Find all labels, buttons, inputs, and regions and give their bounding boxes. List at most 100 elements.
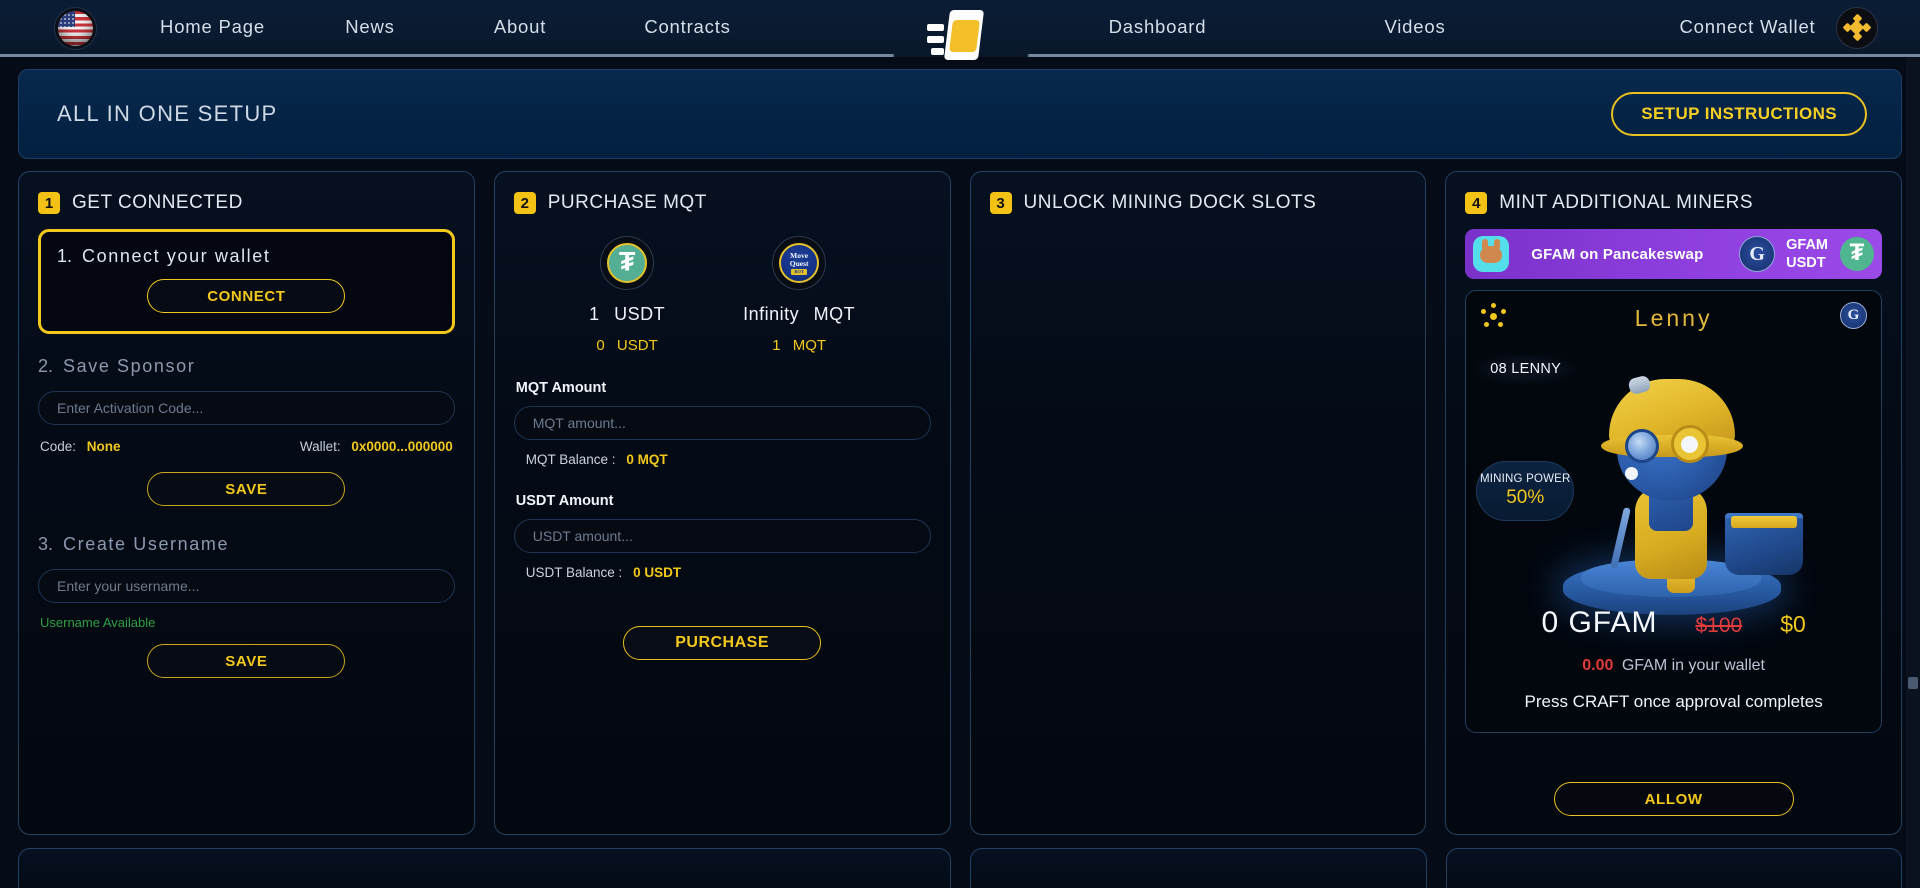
card-row2-right — [1445, 848, 1903, 888]
gfam-coin-icon: G — [1739, 236, 1776, 272]
step-label-save-sponsor: 2. Save Sponsor — [38, 356, 455, 377]
pancakeswap-banner[interactable]: GFAM on Pancakeswap G GFAM USDT — [1465, 229, 1882, 279]
usdt-balance-amount: 0 — [596, 337, 605, 354]
nav-label: About — [493, 16, 547, 37]
logo-page-accent — [949, 20, 980, 52]
mqt-glyph-tag: BOT — [791, 268, 807, 275]
scrollbar-thumb[interactable] — [1908, 677, 1918, 689]
miner-old-price: $100 — [1695, 614, 1743, 637]
wallet-label: Wallet: — [299, 439, 341, 454]
logo-bar — [927, 36, 944, 43]
step-text: Connect your wallet — [82, 246, 271, 266]
nav-item-connect-wallet[interactable]: Connect Wallet — [1660, 0, 1835, 54]
share-node — [1501, 309, 1507, 314]
wallet-meta: Wallet: 0x0000...000000 — [300, 439, 453, 454]
card-number-badge: 2 — [513, 192, 536, 214]
code-meta: Code: None — [40, 439, 121, 454]
miner-name: Lenny — [1634, 305, 1713, 331]
usdt-balance-symbol: USDT — [616, 337, 658, 354]
card-number-badge: 3 — [989, 192, 1012, 214]
card-header: 4 MINT ADDITIONAL MINERS — [1465, 192, 1882, 214]
token-rates: 1 USDT 0 USDT Move Quest BOT — [514, 236, 931, 354]
craft-note: Press CRAFT once approval completes — [1524, 692, 1823, 711]
lenny-miner-character — [1539, 363, 1809, 615]
pancakeswap-bunny-icon — [1473, 236, 1510, 272]
usdt-rate-amount: 1 — [589, 304, 600, 324]
card-mint-additional-miners: 4 MINT ADDITIONAL MINERS GFAM on Pancake… — [1445, 171, 1902, 835]
allow-button[interactable]: ALLOW — [1553, 782, 1794, 816]
nav-item-contracts[interactable]: Contracts — [615, 0, 760, 54]
miner-eye-left — [1624, 429, 1659, 463]
vertical-scrollbar[interactable] — [1906, 57, 1920, 888]
page-title: ALL IN ONE SETUP — [57, 101, 278, 126]
pancakeswap-label: GFAM on Pancakeswap — [1531, 245, 1704, 263]
usdt-balance-value: 0 USDT — [633, 565, 682, 580]
step-number: 3. — [38, 534, 54, 554]
share-node — [1491, 303, 1497, 308]
nav-item-home-page[interactable]: Home Page — [140, 0, 285, 54]
usdt-amount-label: USDT Amount — [515, 493, 614, 509]
username-input[interactable] — [38, 569, 455, 603]
share-node — [1481, 309, 1487, 314]
usdt-amount-input[interactable] — [513, 519, 931, 553]
mqt-glyph: Move Quest BOT — [779, 243, 820, 283]
tether-coin-icon — [1840, 237, 1874, 271]
setup-instructions-button[interactable]: SETUP INSTRUCTIONS — [1611, 92, 1867, 136]
card-title: UNLOCK MINING DOCK SLOTS — [1023, 192, 1317, 213]
usdt-balance-label: USDT Balance : — [525, 565, 623, 580]
miner-preview-panel: Lenny G 08 LENNY MINING POWER 50% 0 GFAM… — [1465, 290, 1882, 733]
share-node-center — [1490, 313, 1498, 320]
wallet-value: 0x0000...000000 — [351, 439, 453, 454]
usdt-glyph — [607, 243, 648, 283]
pair-base: GFAM — [1786, 237, 1828, 253]
card-header: 1 GET CONNECTED — [38, 192, 455, 214]
share-network-icon[interactable] — [1480, 303, 1507, 329]
share-node — [1498, 322, 1504, 327]
miner-eye-right — [1670, 425, 1709, 463]
connect-button[interactable]: CONNECT — [147, 279, 346, 313]
mqt-coin-icon: Move Quest BOT — [772, 236, 827, 290]
nav-item-videos[interactable]: Videos — [1360, 0, 1470, 54]
mqt-rate-symbol: MQT — [813, 304, 856, 324]
nav-label: Home Page — [160, 16, 265, 37]
usdt-rate: 1 USDT — [589, 304, 665, 325]
mining-power-label: MINING POWER — [1479, 473, 1571, 485]
save-sponsor-button[interactable]: SAVE — [147, 472, 346, 506]
step-text: Save Sponsor — [63, 356, 196, 376]
nav-item-dashboard[interactable]: Dashboard — [1080, 0, 1235, 54]
nav-label: Contracts — [644, 16, 731, 37]
bnb-diamond-right — [1861, 22, 1872, 33]
step-text: Create Username — [63, 534, 230, 554]
pair-quote: USDT — [1786, 255, 1826, 271]
card-title: MINT ADDITIONAL MINERS — [1499, 192, 1754, 213]
save-username-button[interactable]: SAVE — [147, 644, 346, 678]
mqt-amount-input[interactable] — [513, 406, 931, 440]
miner-ore-cart — [1724, 513, 1803, 575]
card-header: 2 PURCHASE MQT — [513, 192, 931, 214]
mqt-balance-label: MQT Balance : — [525, 452, 616, 467]
miner-pickaxe — [1609, 507, 1631, 569]
mqt-glyph-line2: Quest — [789, 258, 809, 268]
step-number: 1. — [57, 246, 73, 266]
movequest-logo-icon[interactable] — [925, 2, 995, 60]
wallet-balance-line: 0.00 GFAM in your wallet — [1466, 657, 1881, 675]
card-number-badge: 4 — [1465, 192, 1488, 214]
logo-bar — [927, 24, 944, 31]
nav-item-news[interactable]: News — [325, 0, 415, 54]
usdt-rate-symbol: USDT — [614, 304, 666, 324]
mqt-balance-row: MQT Balance : 0 MQT — [526, 452, 927, 467]
purchase-button[interactable]: PURCHASE — [623, 626, 822, 660]
bnb-chain-icon[interactable] — [1836, 7, 1878, 49]
nav-label: Dashboard — [1108, 16, 1207, 37]
usdt-balance-row: USDT Balance : 0 USDT — [526, 565, 927, 580]
nav-label: Videos — [1384, 16, 1446, 37]
code-value: None — [86, 439, 121, 454]
second-cards-row — [14, 848, 1906, 888]
setup-header-bar: ALL IN ONE SETUP SETUP INSTRUCTIONS — [18, 69, 1902, 159]
logo-bar — [931, 48, 944, 55]
step-number: 2. — [38, 356, 54, 376]
activation-code-input[interactable] — [38, 391, 455, 425]
nav-item-about[interactable]: About — [470, 0, 570, 54]
card-title: PURCHASE MQT — [547, 192, 707, 213]
step-label: 1. Connect your wallet — [57, 246, 436, 267]
